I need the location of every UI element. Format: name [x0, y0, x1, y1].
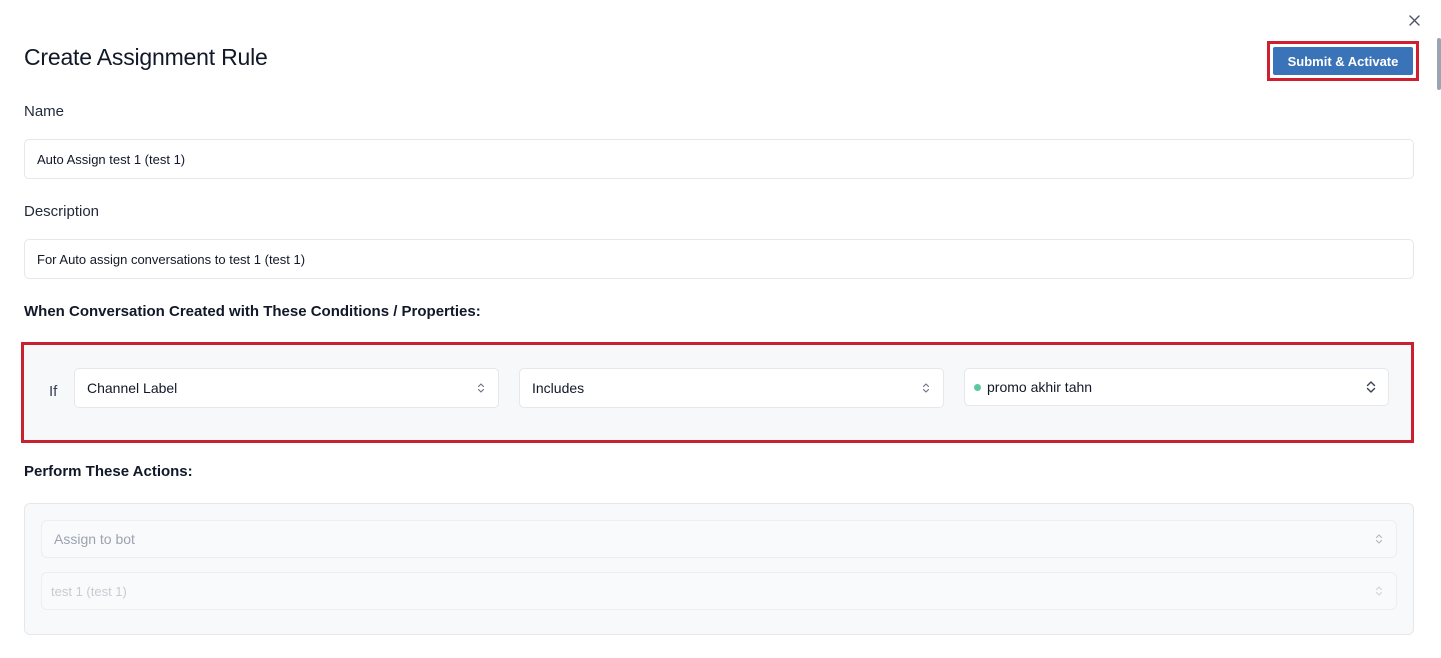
label-color-dot	[974, 383, 981, 391]
action-target-value: test 1 (test 1)	[51, 583, 127, 599]
close-icon	[1408, 14, 1420, 26]
conditions-heading: When Conversation Created with These Con…	[24, 303, 481, 320]
chevron-updown-icon	[476, 381, 486, 395]
name-field[interactable]	[24, 139, 1414, 179]
page-title: Create Assignment Rule	[24, 44, 268, 70]
chevron-updown-icon	[1374, 532, 1384, 546]
chevron-updown-icon	[1374, 584, 1384, 598]
create-assignment-rule-modal: Create Assignment Rule Submit & Activate…	[0, 0, 1441, 658]
description-label: Description	[24, 203, 100, 220]
condition-value-select[interactable]: promo akhir tahn	[964, 368, 1389, 406]
condition-property-select[interactable]: Channel Label	[74, 368, 499, 408]
action-type-select[interactable]: Assign to bot	[41, 520, 1397, 558]
chevron-updown-icon	[1366, 380, 1376, 394]
name-label: Name	[24, 103, 65, 120]
scrollbar[interactable]	[1437, 38, 1441, 90]
condition-operator-value: Includes	[532, 380, 585, 396]
action-target-select[interactable]: test 1 (test 1)	[41, 572, 1397, 610]
chevron-updown-icon	[921, 381, 931, 395]
close-button[interactable]	[1404, 10, 1424, 30]
description-field[interactable]	[24, 239, 1414, 279]
actions-heading: Perform These Actions:	[24, 463, 193, 480]
condition-property-value: Channel Label	[87, 380, 178, 396]
action-type-value: Assign to bot	[54, 531, 135, 547]
submit-highlight: Submit & Activate	[1267, 41, 1419, 81]
condition-value-text: promo akhir tahn	[987, 379, 1093, 395]
submit-activate-button[interactable]: Submit & Activate	[1273, 47, 1413, 75]
if-label: If	[49, 383, 58, 400]
condition-operator-select[interactable]: Includes	[519, 368, 944, 408]
